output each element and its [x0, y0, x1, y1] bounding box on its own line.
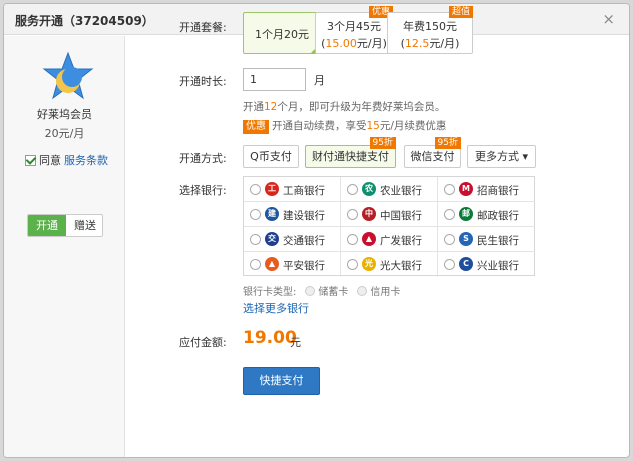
icbc-icon: 工	[265, 182, 279, 196]
terms-link[interactable]: 服务条款	[64, 154, 108, 167]
upgrade-hint: 开通12个月，即可升级为年费好莱坞会员。	[243, 101, 446, 113]
card-type-row: 银行卡类型: 储蓄卡 信用卡	[243, 283, 400, 298]
package-3-monthly: (15.00元/月)	[321, 37, 387, 50]
cmbc-icon: S	[459, 232, 473, 246]
package-12-monthly: (12.5元/月)	[400, 37, 460, 50]
bank-option[interactable]: 农农业银行	[341, 177, 438, 202]
amount-unit: 元	[290, 336, 301, 349]
ceb-icon: 光	[362, 257, 376, 271]
wechat-discount-badge: 95折	[434, 137, 461, 149]
bank-option[interactable]: 交交通银行	[244, 227, 341, 252]
bank-name: 工商银行	[283, 185, 325, 197]
boc-icon: 中	[362, 207, 376, 221]
bank-option[interactable]: M 招商银行	[438, 177, 535, 202]
bank-option[interactable]: 工工商银行	[244, 177, 341, 202]
discount-tag: 优惠	[243, 120, 269, 134]
bank-label: 选择银行:	[179, 184, 227, 197]
close-icon[interactable]: ×	[602, 10, 615, 28]
bank-grid: 工工商银行农农业银行 M 招商银行建建设银行中中国银行邮邮政银行交交通银行 ▲ 广发银行…	[243, 176, 535, 277]
bank-radio[interactable]	[347, 234, 358, 245]
tenpay-discount-badge: 95折	[369, 137, 396, 149]
bank-radio[interactable]	[347, 259, 358, 270]
bank-radio[interactable]	[347, 184, 358, 195]
bank-name: 招商银行	[477, 185, 519, 197]
debit-label: 储蓄卡	[318, 287, 349, 298]
agreement-row: 同意 服务条款	[25, 152, 108, 168]
bank-name: 广发银行	[380, 235, 422, 247]
bank-option[interactable]: S 民生银行	[438, 227, 535, 252]
qcoin-pay-button[interactable]: Q币支付	[243, 145, 299, 168]
bank-option[interactable]: C 兴业银行	[438, 252, 535, 277]
star-icon	[42, 51, 94, 100]
bank-radio[interactable]	[250, 184, 261, 195]
bank-name: 建设银行	[283, 210, 325, 222]
more-methods-dropdown[interactable]: 更多方式 ▾	[467, 145, 536, 168]
product-price: 20元/月	[44, 127, 85, 140]
cmb-icon: M	[459, 182, 473, 196]
bank-option[interactable]: ▲ 广发银行	[341, 227, 438, 252]
bank-radio[interactable]	[444, 209, 455, 220]
bank-radio[interactable]	[444, 234, 455, 245]
bank-name: 农业银行	[380, 185, 422, 197]
abc-icon: 农	[362, 182, 376, 196]
package-label: 开通套餐:	[179, 21, 227, 34]
bank-radio[interactable]	[250, 259, 261, 270]
credit-radio[interactable]	[357, 286, 368, 296]
amount-value: 19.00	[243, 328, 297, 348]
bank-name: 民生银行	[477, 235, 519, 247]
dialog-title: 服务开通（37204509）	[15, 14, 154, 28]
bocom-icon: 交	[265, 232, 279, 246]
payment-label: 开通方式:	[179, 152, 227, 165]
value-badge: 超值	[448, 6, 473, 18]
toggle-gift[interactable]: 赠送	[66, 215, 102, 236]
package-12-text: 年费150元	[403, 20, 457, 33]
bank-name: 平安银行	[283, 260, 325, 272]
auto-renew-hint: 优惠 开通自动续费，享受15元/月续费优惠	[243, 118, 446, 134]
pingan-icon: ▲	[265, 257, 279, 271]
bank-name: 光大银行	[380, 260, 422, 272]
product-name: 好莱坞会员	[37, 108, 92, 121]
service-dialog: 服务开通（37204509） × 好莱坞会员 20元/月 同意 服务条款 开通 赠…	[3, 3, 630, 458]
cib-icon: C	[459, 257, 473, 271]
bank-radio[interactable]	[250, 234, 261, 245]
bank-name: 邮政银行	[477, 210, 519, 222]
bank-name: 兴业银行	[477, 260, 519, 272]
bank-radio[interactable]	[250, 209, 261, 220]
card-type-label: 银行卡类型:	[243, 287, 297, 298]
product-sidebar: 好莱坞会员 20元/月 同意 服务条款 开通 赠送	[4, 36, 125, 457]
duration-unit: 月	[314, 74, 325, 87]
agree-checkbox[interactable]	[25, 155, 36, 166]
agree-label: 同意	[39, 154, 61, 167]
bank-option[interactable]: 中中国银行	[341, 202, 438, 227]
bank-name: 中国银行	[380, 210, 422, 222]
bank-option[interactable]: 邮邮政银行	[438, 202, 535, 227]
toggle-open[interactable]: 开通	[28, 215, 66, 236]
more-banks-link[interactable]: 选择更多银行	[243, 300, 309, 316]
ccb-icon: 建	[265, 207, 279, 221]
bank-option[interactable]: 光光大银行	[341, 252, 438, 277]
psbc-icon: 邮	[459, 207, 473, 221]
cgb-icon: ▲	[362, 232, 376, 246]
quick-pay-submit-button[interactable]: 快捷支付	[243, 367, 320, 395]
package-option-3[interactable]: 优惠 3个月45元 (15.00元/月)	[315, 6, 393, 54]
mode-toggle: 开通 赠送	[27, 214, 103, 237]
bank-radio[interactable]	[347, 209, 358, 220]
debit-radio[interactable]	[305, 286, 316, 296]
bank-name: 交通银行	[283, 235, 325, 247]
amount-label: 应付金额:	[179, 336, 227, 349]
package-3-text: 3个月45元	[327, 20, 381, 33]
bank-option[interactable]: ▲ 平安银行	[244, 252, 341, 277]
package-option-12[interactable]: 超值 年费150元 (12.5元/月)	[387, 6, 473, 54]
duration-label: 开通时长:	[179, 75, 227, 88]
tenpay-quick-pay-button[interactable]: 财付通快捷支付 95折	[305, 137, 396, 168]
package-1-text: 1个月20元	[255, 28, 309, 41]
credit-label: 信用卡	[370, 287, 401, 298]
duration-input[interactable]: 1	[243, 68, 306, 91]
wechat-pay-button[interactable]: 微信支付 95折	[404, 137, 461, 168]
bank-radio[interactable]	[444, 259, 455, 270]
package-option-1[interactable]: 1个月20元	[243, 12, 321, 54]
bank-option[interactable]: 建建设银行	[244, 202, 341, 227]
bank-radio[interactable]	[444, 184, 455, 195]
